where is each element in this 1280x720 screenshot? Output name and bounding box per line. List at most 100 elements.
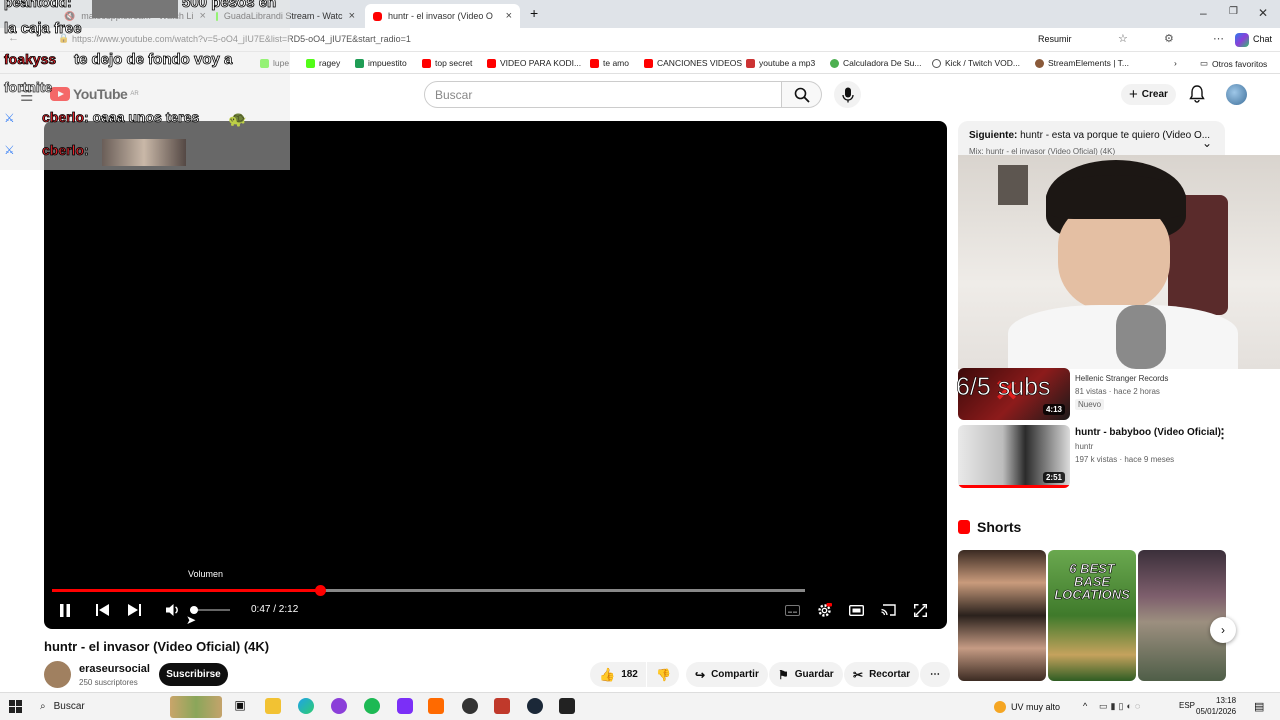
- volume-button[interactable]: [163, 601, 183, 619]
- bell-icon[interactable]: [1189, 85, 1205, 106]
- previous-icon: [95, 604, 109, 616]
- file-explorer-icon[interactable]: [265, 698, 281, 714]
- pause-button[interactable]: [55, 601, 75, 619]
- youtube-icon: [487, 58, 496, 68]
- pause-icon: [60, 603, 70, 617]
- chevron-right-icon: ›: [1221, 623, 1225, 637]
- previous-button[interactable]: [92, 601, 112, 619]
- chevron-down-icon[interactable]: ⌄: [1202, 136, 1212, 150]
- chat-button[interactable]: Chat: [1253, 34, 1272, 44]
- video-thumbnail[interactable]: 2:51: [958, 425, 1070, 488]
- theater-mode-button[interactable]: [846, 601, 866, 619]
- fullscreen-button[interactable]: [910, 601, 930, 619]
- bookmark[interactable]: CANCIONES VIDEOS: [644, 58, 742, 68]
- next-icon: [127, 604, 141, 616]
- overlay-text: la caja free: [4, 20, 82, 38]
- youtube-icon: [373, 11, 382, 21]
- app-icon[interactable]: [428, 698, 444, 714]
- share-button[interactable]: ↪ Compartir: [686, 662, 768, 687]
- bookmark[interactable]: te amo: [590, 58, 629, 68]
- bookmark[interactable]: VIDEO PARA KODI...: [487, 58, 581, 68]
- app-icon[interactable]: [494, 698, 510, 714]
- app-icon[interactable]: [397, 698, 413, 714]
- video-player[interactable]: [44, 121, 947, 629]
- copilot-icon[interactable]: [1235, 33, 1249, 47]
- short-thumbnail[interactable]: [958, 550, 1046, 681]
- maximize-icon[interactable]: ❐: [1229, 6, 1238, 17]
- settings-button[interactable]: [814, 601, 834, 619]
- short-thumbnail[interactable]: 6 BEST BASE LOCATIONS: [1048, 550, 1136, 681]
- more-options-icon[interactable]: ⋮: [1216, 426, 1229, 442]
- volume-icon: [166, 604, 178, 616]
- app-icon[interactable]: [331, 698, 347, 714]
- chat-message: cberlo: oaaa unos teres: [42, 109, 200, 126]
- obs-icon[interactable]: [462, 698, 478, 714]
- search-input[interactable]: Buscar: [424, 81, 782, 108]
- more-icon[interactable]: ⋯: [1213, 32, 1224, 45]
- edge-icon[interactable]: [298, 698, 314, 714]
- minimize-icon[interactable]: –: [1200, 6, 1207, 20]
- link-icon: [746, 58, 755, 68]
- bookmark[interactable]: Calculadora De Su...: [830, 58, 921, 68]
- cast-button[interactable]: [878, 601, 898, 619]
- steam-icon[interactable]: [527, 698, 543, 714]
- more-actions-button[interactable]: ⋯: [920, 662, 950, 687]
- video-title[interactable]: huntr - babyboo (Video Oficial): [1075, 427, 1221, 438]
- gear-icon: [817, 602, 832, 617]
- language-indicator[interactable]: ESP: [1179, 701, 1195, 710]
- notification-icon[interactable]: ▤: [1254, 700, 1264, 713]
- bookmark[interactable]: Kick / Twitch VOD...: [932, 58, 1020, 68]
- account-avatar[interactable]: [1226, 84, 1247, 105]
- bookmark[interactable]: youtube a mp3: [746, 58, 815, 68]
- shorts-next-button[interactable]: ›: [1210, 617, 1236, 643]
- like-button[interactable]: 👍 182: [590, 662, 646, 687]
- chevron-right-icon[interactable]: ›: [1174, 58, 1177, 68]
- thumbs-up-icon: 👍: [599, 666, 616, 682]
- weather-widget[interactable]: UV muy alto: [994, 701, 1060, 713]
- next-button[interactable]: [124, 601, 144, 619]
- clip-button[interactable]: ✂ Recortar: [844, 662, 920, 687]
- spotify-icon[interactable]: [364, 698, 380, 714]
- bookmark[interactable]: ragey: [306, 58, 340, 68]
- close-icon[interactable]: ×: [506, 10, 512, 22]
- channel-avatar[interactable]: [44, 661, 71, 688]
- new-tab-button[interactable]: +: [530, 5, 538, 21]
- calculator-icon: [830, 58, 839, 68]
- star-icon[interactable]: ☆: [1118, 32, 1128, 45]
- window-close-icon[interactable]: ✕: [1258, 6, 1268, 20]
- short-thumbnail[interactable]: [1138, 550, 1226, 681]
- bookmark[interactable]: StreamElements | T...: [1035, 58, 1129, 68]
- chat-message: cberlo:: [42, 142, 89, 159]
- save-button[interactable]: ⚑ Guardar: [769, 662, 843, 687]
- tray-icons[interactable]: ▭▮▯◐◌: [1099, 701, 1143, 712]
- plus-icon: +: [1129, 86, 1138, 103]
- bookmark[interactable]: top secret: [422, 58, 472, 68]
- voice-search-button[interactable]: [834, 81, 861, 108]
- overlay-text: peantodd:: [4, 0, 72, 10]
- windows-start-icon[interactable]: [9, 700, 22, 713]
- up-next-title: Siguiente: huntr - esta va porque te qui…: [969, 130, 1211, 141]
- streamer-webcam: [958, 155, 1280, 369]
- resume-button[interactable]: Resumir: [1038, 34, 1072, 44]
- subtitles-button[interactable]: [782, 601, 802, 619]
- search-button[interactable]: [782, 81, 822, 108]
- close-icon[interactable]: ×: [349, 10, 355, 22]
- other-bookmarks[interactable]: ▭ Otros favoritos: [1200, 58, 1267, 69]
- streamer-hair-front: [1046, 175, 1186, 219]
- dislike-button[interactable]: 👎: [647, 662, 679, 687]
- app-icon[interactable]: [559, 698, 575, 714]
- extensions-icon[interactable]: ⚙: [1164, 32, 1174, 45]
- bookmark[interactable]: impuestito: [355, 58, 407, 68]
- create-button[interactable]: + Crear: [1121, 84, 1176, 105]
- mouse-cursor-icon: ➤: [186, 613, 197, 627]
- task-view-icon[interactable]: ▣: [232, 698, 248, 714]
- progress-scrubber[interactable]: [315, 585, 326, 596]
- subscribe-button[interactable]: Suscribirse: [159, 663, 228, 686]
- youtube-icon: [590, 58, 599, 68]
- taskbar-clock[interactable]: 13:18 05/01/2026: [1196, 695, 1236, 717]
- tray-chevron-icon[interactable]: ^: [1083, 701, 1087, 711]
- browser-tab-active[interactable]: huntr - el invasor (Video Ofici ×: [365, 4, 520, 28]
- channel-name[interactable]: eraseursocial: [79, 663, 150, 675]
- overlay-image: [92, 0, 178, 18]
- video-channel[interactable]: huntr: [1075, 442, 1093, 451]
